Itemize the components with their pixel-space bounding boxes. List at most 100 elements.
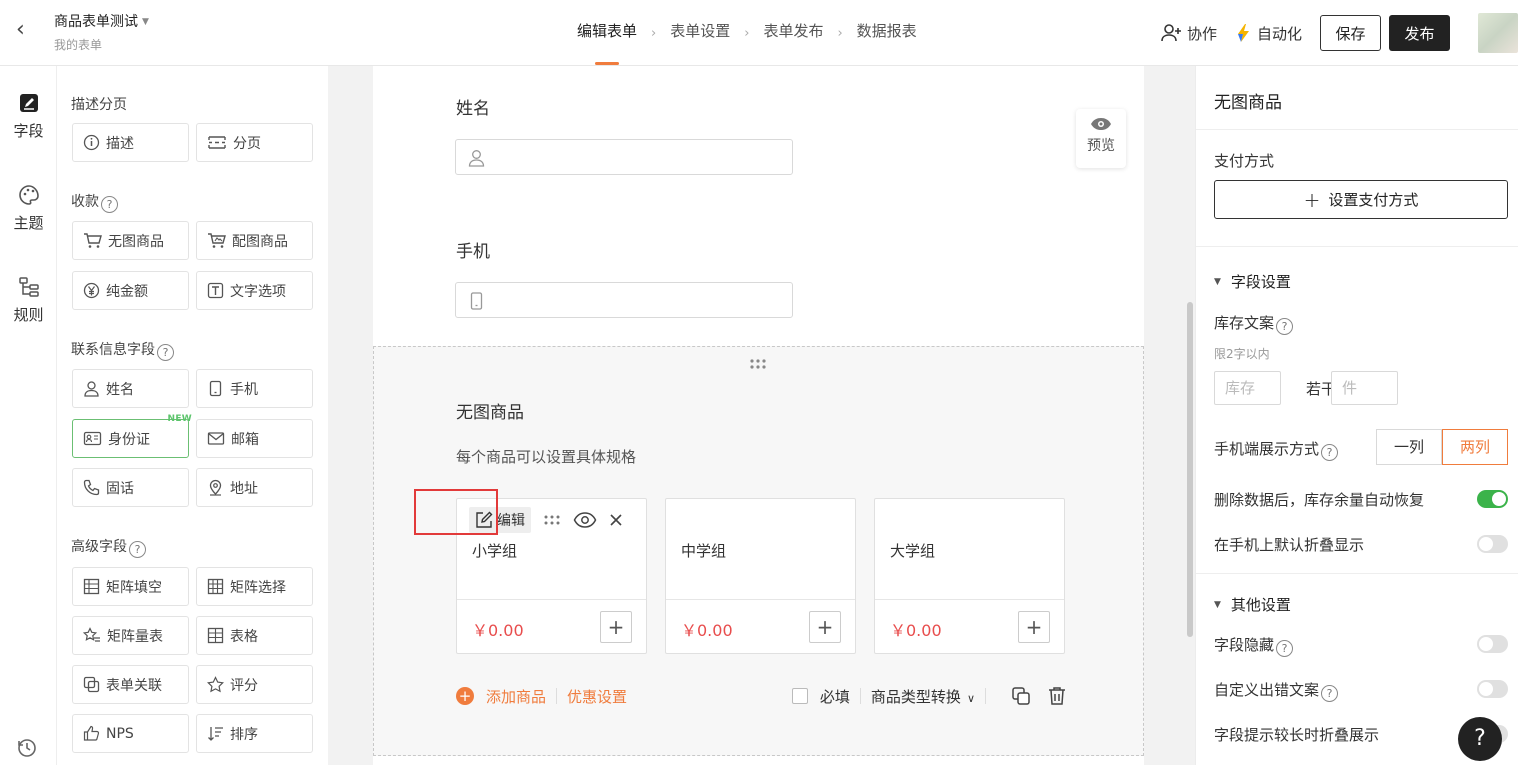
eye-icon[interactable] [573, 511, 597, 529]
field-form-link[interactable]: 表单关联 [72, 665, 189, 704]
caret-down-icon[interactable]: ▼ [142, 17, 149, 27]
field-hidden-toggle[interactable] [1477, 635, 1508, 653]
help-icon[interactable]: ? [1276, 640, 1294, 657]
stock-text-input[interactable]: 库存 [1214, 371, 1281, 405]
option-two-columns[interactable]: 两列 [1442, 429, 1508, 465]
field-settings-header[interactable]: ▼ 字段设置 [1214, 271, 1291, 292]
goods-card[interactable]: 中学组 ￥0.00 + [665, 498, 856, 654]
goods-card[interactable]: 大学组 ￥0.00 + [874, 498, 1065, 654]
field-email-label: 邮箱 [231, 431, 259, 448]
collab-label: 协作 [1186, 24, 1217, 43]
convert-type-dropdown[interactable]: 商品类型转换 ∨ [871, 686, 975, 707]
field-sort-label: 排序 [230, 726, 258, 743]
top-actions: 协作 自动化 保存 发布 [1161, 0, 1518, 66]
required-checkbox[interactable] [791, 688, 808, 704]
help-icon[interactable]: ? [129, 541, 146, 558]
field-id-card[interactable]: 身份证 NEW [72, 414, 192, 458]
collab-button[interactable]: 协作 [1161, 23, 1217, 44]
field-text-option[interactable]: 文字选项 [196, 271, 313, 310]
automation-button[interactable]: 自动化 [1235, 23, 1302, 44]
close-icon[interactable] [609, 513, 623, 527]
publish-button[interactable]: 发布 [1389, 15, 1450, 51]
selected-goods-field[interactable]: 无图商品 每个商品可以设置具体规格 编辑 小学组 ￥0.00 + 中学组 ￥0.… [373, 346, 1144, 756]
sort-icon [208, 727, 223, 741]
field-rating[interactable]: 评分 [196, 665, 313, 704]
field-pagination[interactable]: 分页 [196, 123, 313, 162]
copy-icon[interactable] [1010, 685, 1032, 707]
lightning-icon [1237, 24, 1249, 42]
set-payment-button[interactable]: + 设置支付方式 [1214, 180, 1508, 219]
discount-settings-link[interactable]: 优惠设置 [567, 686, 627, 707]
avatar[interactable] [1478, 13, 1518, 53]
thumbs-up-icon [83, 725, 100, 741]
top-bar: ‹ 商品表单测试 ▼ 我的表单 编辑表单 › 表单设置 › 表单发布 › 数据报表… [0, 0, 1518, 66]
option-one-column[interactable]: 一列 [1376, 429, 1442, 465]
form-canvas: 姓名 手机 无图商品 每个商品可以设置具体规格 编辑 小学组 ￥0.00 + 中… [328, 66, 1195, 765]
table-icon [207, 627, 224, 644]
rail-item-rules[interactable]: 规则 [0, 276, 57, 325]
add-quantity-button[interactable]: + [1018, 611, 1050, 643]
field-nps[interactable]: NPS [72, 714, 189, 753]
rail-item-fields[interactable]: 字段 [0, 92, 57, 141]
field-matrix-fill[interactable]: 矩阵填空 [72, 567, 189, 606]
goods-field-title[interactable]: 无图商品 [456, 398, 524, 423]
field-image-goods[interactable]: 配图商品 [196, 221, 313, 260]
property-panel: 无图商品 支付方式 + 设置支付方式 ▼ 字段设置 库存文案? 限2字以内 库存 若… [1195, 66, 1518, 765]
goods-name: 中学组 [681, 542, 727, 560]
field-landline-label: 固话 [106, 480, 134, 497]
field-text-option-label: 文字选项 [230, 283, 286, 300]
field-no-image-goods[interactable]: 无图商品 [72, 221, 189, 260]
grid-icon [83, 578, 100, 595]
tab-edit-form[interactable]: 编辑表单 [577, 0, 637, 66]
field-amount[interactable]: 纯金额 [72, 271, 189, 310]
back-button[interactable]: ‹ [16, 18, 40, 42]
tab-data-report[interactable]: 数据报表 [857, 0, 917, 66]
help-icon[interactable]: ? [101, 196, 118, 213]
custom-error-toggle[interactable] [1477, 680, 1508, 698]
mobile-collapse-toggle[interactable] [1477, 535, 1508, 553]
phone-input[interactable] [455, 282, 793, 318]
drag-handle-icon[interactable] [749, 358, 767, 370]
field-matrix-scale[interactable]: 矩阵量表 [72, 616, 189, 655]
trash-icon[interactable] [1046, 685, 1068, 707]
field-hidden-label-text: 字段隐藏 [1214, 636, 1275, 654]
auto-restore-toggle[interactable] [1477, 490, 1508, 508]
rail-item-theme[interactable]: 主题 [0, 184, 57, 233]
add-quantity-button[interactable]: + [809, 611, 841, 643]
field-description[interactable]: 描述 [72, 123, 189, 162]
tab-form-publish[interactable]: 表单发布 [763, 0, 823, 66]
help-icon[interactable]: ? [1276, 318, 1294, 335]
history-icon[interactable] [16, 737, 38, 759]
name-input[interactable] [455, 139, 793, 175]
help-icon[interactable]: ? [1321, 444, 1339, 461]
preview-button[interactable]: 预览 [1076, 109, 1126, 168]
goods-field-description[interactable]: 每个商品可以设置具体规格 [456, 446, 636, 467]
chevron-down-icon: ∨ [966, 691, 975, 705]
other-settings-header[interactable]: ▼ 其他设置 [1214, 594, 1291, 615]
drag-handle-icon[interactable] [543, 514, 561, 526]
help-button[interactable]: ? [1458, 717, 1502, 761]
form-folder[interactable]: 我的表单 [54, 36, 102, 53]
field-matrix-select[interactable]: 矩阵选择 [196, 567, 313, 606]
tab-form-settings[interactable]: 表单设置 [670, 0, 730, 66]
field-landline[interactable]: 固话 [72, 468, 189, 507]
field-settings-label: 字段设置 [1230, 273, 1291, 291]
help-icon[interactable]: ? [1321, 685, 1339, 702]
add-goods-label: 添加商品 [486, 687, 547, 706]
unit-text-input[interactable]: 件 [1331, 371, 1398, 405]
help-icon[interactable]: ? [157, 344, 174, 361]
field-address[interactable]: 地址 [196, 468, 313, 507]
field-name[interactable]: 姓名 [72, 369, 189, 408]
add-quantity-button[interactable]: + [600, 611, 632, 643]
field-email[interactable]: 邮箱 [196, 419, 313, 458]
add-goods-button[interactable]: + 添加商品 [456, 686, 546, 707]
payment-method-label: 支付方式 [1214, 152, 1275, 170]
field-phone[interactable]: 手机 [196, 369, 313, 408]
edit-goods-label: 编辑 [497, 513, 525, 529]
canvas-scrollbar[interactable] [1187, 302, 1193, 637]
field-table[interactable]: 表格 [196, 616, 313, 655]
field-sort[interactable]: 排序 [196, 714, 313, 753]
save-button[interactable]: 保存 [1320, 15, 1381, 51]
section-title-advanced: 高级字段? [71, 536, 146, 558]
form-title[interactable]: 商品表单测试 ▼ [54, 11, 149, 31]
